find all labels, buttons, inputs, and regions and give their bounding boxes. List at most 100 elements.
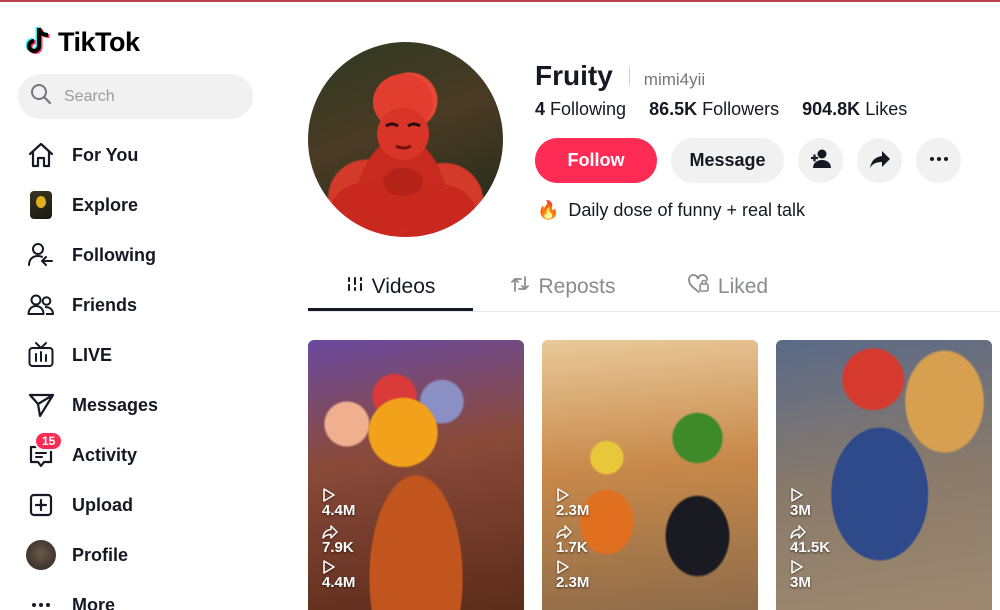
play-icon (557, 488, 569, 502)
view-count: 3M (790, 502, 811, 519)
tab-label: Reposts (538, 275, 616, 298)
share-button[interactable] (857, 138, 902, 183)
tab-liked[interactable]: Liked (653, 262, 803, 312)
profile-actions: Follow Message (535, 138, 961, 183)
logo-wordmark: TikTok (58, 26, 140, 57)
sidebar-item-label: Friends (72, 294, 138, 315)
sidebar-item-following[interactable]: Following (26, 235, 256, 275)
stat-label: Likes (865, 99, 908, 119)
tiktok-logo[interactable]: TikTok (25, 26, 140, 58)
profile-name-row: Fruity mimi4yii (535, 60, 705, 92)
tab-label: Liked (717, 275, 769, 298)
bio-text: Daily dose of funny + real talk (568, 200, 806, 220)
video-stats: 2.3M 1.7K 2.3M (556, 488, 589, 591)
sidebar-item-label: Profile (72, 544, 129, 565)
sidebar-item-activity[interactable]: 15 Activity (26, 431, 256, 475)
sidebar-item-explore[interactable]: Explore (26, 185, 256, 225)
sidebar-item-label: Following (72, 244, 156, 265)
sidebar: TikTok For You Explore Following (0, 0, 280, 610)
share-count: 7.9K (322, 539, 354, 556)
tiktok-logo-icon (25, 26, 54, 58)
play-icon (557, 560, 569, 574)
share-arrow-icon (556, 525, 572, 539)
profile-avatar[interactable] (308, 42, 503, 237)
sidebar-item-label: More (72, 594, 116, 610)
fire-emoji-icon: 🔥 (537, 200, 560, 220)
sidebar-item-friends[interactable]: Friends (26, 285, 256, 325)
play-icon (791, 560, 803, 574)
sidebar-item-messages[interactable]: Messages (26, 385, 256, 425)
sidebar-item-label: LIVE (72, 344, 113, 365)
tab-label: Videos (371, 275, 436, 298)
upload-plus-icon (26, 490, 56, 520)
search-icon (30, 83, 52, 110)
friends-icon (26, 290, 56, 320)
view-count: 2.3M (556, 574, 590, 591)
follow-button[interactable]: Follow (535, 138, 657, 183)
profile-bio: 🔥 Daily dose of funny + real talk (537, 200, 805, 221)
videos-grid-icon (346, 275, 364, 299)
add-user-icon (809, 147, 833, 174)
sidebar-item-profile[interactable]: Profile (26, 535, 256, 575)
more-dots-icon (26, 590, 56, 610)
heart-lock-icon (687, 274, 710, 300)
activity-inbox-icon: 15 (26, 431, 64, 470)
stat-value: 4 (535, 99, 546, 119)
search-bar[interactable] (18, 74, 253, 119)
play-icon (791, 488, 803, 502)
share-count: 1.7K (556, 539, 588, 556)
profile-tabs: Videos Reposts Liked (308, 262, 1000, 312)
stat-label: Following (550, 99, 627, 119)
view-count: 4.4M (322, 502, 356, 519)
share-count: 41.5K (790, 539, 831, 556)
play-icon (323, 488, 335, 502)
add-friend-button[interactable] (798, 138, 843, 183)
profile-name: Fruity (535, 60, 613, 91)
home-icon (26, 140, 56, 170)
live-tv-icon (26, 340, 56, 370)
sidebar-item-upload[interactable]: Upload (26, 485, 256, 525)
sidebar-item-label: Messages (72, 394, 159, 415)
search-input[interactable] (64, 87, 234, 106)
view-count: 2.3M (556, 502, 590, 519)
stat-value: 904.8K (802, 99, 861, 119)
explore-thumbnail-icon (26, 190, 56, 220)
video-stats: 3M 41.5K 3M (790, 488, 830, 591)
more-horizontal-icon (927, 147, 951, 174)
share-arrow-icon (790, 525, 806, 539)
more-options-button[interactable] (916, 138, 961, 183)
messages-send-icon (26, 390, 56, 420)
profile-avatar-icon (26, 540, 56, 570)
message-button[interactable]: Message (671, 138, 784, 183)
sidebar-item-live[interactable]: LIVE (26, 335, 256, 375)
video-card[interactable]: 4.4M 7.9K 4.4M (308, 340, 524, 610)
stat-label: Followers (702, 99, 780, 119)
video-stats: 4.4M 7.9K 4.4M (322, 488, 355, 591)
share-arrow-icon (868, 147, 892, 174)
repost-icon (510, 274, 530, 300)
following-icon (26, 240, 56, 270)
view-count: 3M (790, 574, 811, 591)
sidebar-item-label: Activity (72, 444, 138, 465)
sidebar-item-for-you[interactable]: For You (26, 135, 256, 175)
tab-reposts[interactable]: Reposts (488, 262, 638, 312)
notification-badge: 15 (34, 431, 64, 451)
tab-videos[interactable]: Videos (308, 262, 473, 312)
stat-following[interactable]: 4 Following (535, 99, 626, 120)
sidebar-item-label: Explore (72, 194, 139, 215)
stat-value: 86.5K (649, 99, 698, 119)
video-card[interactable]: 3M 41.5K 3M (776, 340, 992, 610)
play-icon (323, 560, 335, 574)
name-divider (628, 67, 630, 85)
sidebar-item-label: Upload (72, 494, 133, 515)
view-count: 4.4M (322, 574, 356, 591)
profile-stats: 4 Following 86.5K Followers 904.8K Likes (535, 99, 907, 120)
video-card[interactable]: 2.3M 1.7K 2.3M (542, 340, 758, 610)
sidebar-item-more[interactable]: More (26, 585, 256, 610)
active-tab-indicator (308, 308, 473, 311)
profile-handle: mimi4yii (643, 70, 706, 89)
share-arrow-icon (322, 525, 338, 539)
sidebar-item-label: For You (72, 144, 139, 165)
stat-followers[interactable]: 86.5K Followers (649, 99, 779, 120)
stat-likes: 904.8K Likes (802, 99, 907, 120)
